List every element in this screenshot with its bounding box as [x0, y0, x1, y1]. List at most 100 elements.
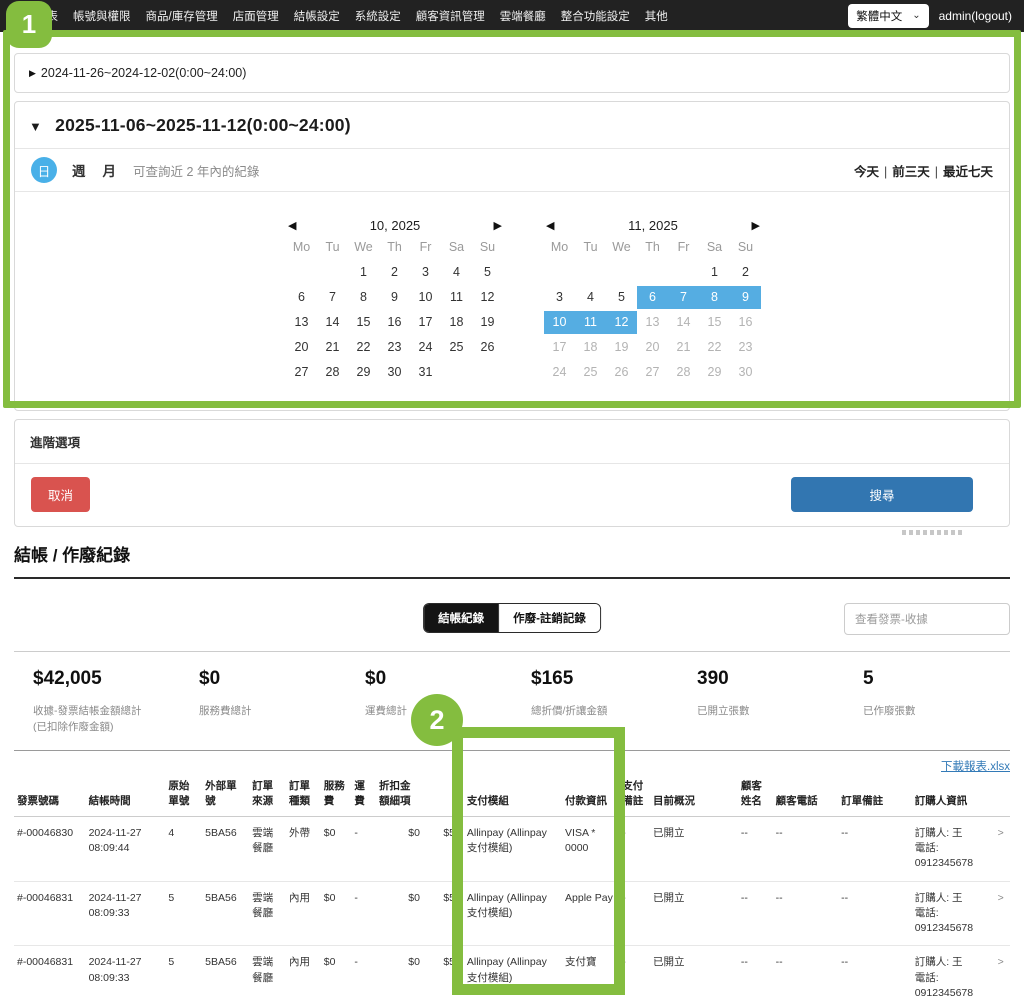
calendar-day[interactable]: 26	[472, 336, 503, 359]
calendar-day[interactable]: 13	[286, 311, 317, 334]
calendar-prev-icon[interactable]: ◀	[546, 219, 554, 232]
quick-link[interactable]: 今天	[854, 165, 879, 179]
calendar-day[interactable]: 19	[606, 336, 637, 359]
calendar-day[interactable]: 9	[730, 286, 761, 309]
calendar-day[interactable]: 10	[410, 286, 441, 309]
calendar-day[interactable]: 20	[286, 336, 317, 359]
mode-week-button[interactable]: 週	[72, 160, 86, 180]
calendar-day[interactable]: 1	[348, 261, 379, 284]
calendar-day[interactable]: 26	[606, 361, 637, 384]
calendar-day[interactable]: 13	[637, 311, 668, 334]
calendar-day[interactable]: 7	[317, 286, 348, 309]
calendar-day[interactable]: 4	[575, 286, 606, 309]
nav-item[interactable]: 營業報表	[12, 8, 58, 24]
calendar-day[interactable]: 1	[699, 261, 730, 284]
calendar-day[interactable]: 8	[699, 286, 730, 309]
calendar-day[interactable]: 30	[379, 361, 410, 384]
date-range-header[interactable]: ▼ 2025-11-06~2025-11-12(0:00~24:00)	[15, 102, 1009, 149]
calendar-day[interactable]: 22	[699, 336, 730, 359]
calendar-day[interactable]: 11	[575, 311, 606, 334]
calendar-day[interactable]: 9	[379, 286, 410, 309]
search-button[interactable]: 搜尋	[791, 477, 973, 512]
cancel-button[interactable]: 取消	[31, 477, 90, 512]
calendar-day[interactable]: 29	[699, 361, 730, 384]
calendar-day[interactable]: 20	[637, 336, 668, 359]
nav-item[interactable]: 雲端餐廳	[500, 8, 546, 24]
date-range-collapsed[interactable]: ▶ 2024-11-26~2024-12-02(0:00~24:00)	[14, 53, 1010, 93]
view-receipts-button[interactable]: 查看發票-收據	[844, 603, 1010, 635]
calendar-day[interactable]: 14	[317, 311, 348, 334]
user-logout-link[interactable]: admin(logout)	[939, 9, 1012, 23]
calendar-day[interactable]: 18	[441, 311, 472, 334]
calendar-day[interactable]: 25	[575, 361, 606, 384]
calendar-day[interactable]: 18	[575, 336, 606, 359]
calendar-day[interactable]: 3	[544, 286, 575, 309]
calendar-day[interactable]: 17	[544, 336, 575, 359]
calendar-day[interactable]: 16	[379, 311, 410, 334]
calendar-day[interactable]: 19	[472, 311, 503, 334]
stat-value: $0	[365, 668, 512, 690]
calendar-day[interactable]: 3	[410, 261, 441, 284]
mode-day-button[interactable]: 日	[31, 157, 57, 183]
calendar-day[interactable]: 29	[348, 361, 379, 384]
calendar-day[interactable]: 23	[379, 336, 410, 359]
language-select[interactable]: 繁體中文 ⌄	[848, 4, 928, 28]
row-chevron-icon[interactable]: >	[991, 881, 1010, 946]
records-toggle-segment[interactable]: 作廢-註銷記錄	[498, 604, 600, 632]
calendar-day[interactable]: 5	[472, 261, 503, 284]
nav-item[interactable]: 系統設定	[355, 8, 401, 24]
calendar-day[interactable]: 12	[606, 311, 637, 334]
quick-link[interactable]: 前三天	[892, 165, 930, 179]
calendar-day[interactable]: 17	[410, 311, 441, 334]
row-chevron-icon[interactable]: >	[991, 946, 1010, 998]
calendar-day[interactable]: 4	[441, 261, 472, 284]
calendar-day[interactable]: 21	[317, 336, 348, 359]
table-row[interactable]: #-000468312024-11-2708:09:3355BA56雲端餐廳內用…	[14, 881, 1010, 946]
table-cell: 2024-11-2708:09:33	[86, 946, 166, 998]
calendar-day[interactable]: 6	[286, 286, 317, 309]
advanced-options-title[interactable]: 進階選項	[15, 420, 1009, 464]
calendar-day[interactable]: 7	[668, 286, 699, 309]
calendar-day[interactable]: 11	[441, 286, 472, 309]
calendar-day[interactable]: 31	[410, 361, 441, 384]
calendar-day[interactable]: 15	[348, 311, 379, 334]
table-row[interactable]: #-000468302024-11-2708:09:4445BA56雲端餐廳外帶…	[14, 816, 1010, 881]
calendar-day[interactable]: 2	[379, 261, 410, 284]
calendar-next-icon[interactable]: ▶	[752, 219, 760, 232]
calendar-day[interactable]: 28	[668, 361, 699, 384]
nav-item[interactable]: 整合功能設定	[561, 8, 630, 24]
calendar-next-icon[interactable]: ▶	[494, 219, 502, 232]
calendar-day[interactable]: 27	[286, 361, 317, 384]
calendar-day[interactable]: 15	[699, 311, 730, 334]
calendar-day[interactable]: 23	[730, 336, 761, 359]
calendar-day[interactable]: 6	[637, 286, 668, 309]
calendar-day[interactable]: 10	[544, 311, 575, 334]
calendar-day[interactable]: 12	[472, 286, 503, 309]
calendar-day[interactable]: 27	[637, 361, 668, 384]
nav-item[interactable]: 結帳設定	[294, 8, 340, 24]
calendar-day[interactable]: 30	[730, 361, 761, 384]
calendar-day[interactable]: 5	[606, 286, 637, 309]
nav-item[interactable]: 其他	[645, 8, 668, 24]
table-row[interactable]: #-000468312024-11-2708:09:3355BA56雲端餐廳內用…	[14, 946, 1010, 998]
calendar-day[interactable]: 21	[668, 336, 699, 359]
nav-item[interactable]: 帳號與權限	[73, 8, 131, 24]
calendar-prev-icon[interactable]: ◀	[288, 219, 296, 232]
calendar-day[interactable]: 24	[410, 336, 441, 359]
calendar-day[interactable]: 16	[730, 311, 761, 334]
nav-item[interactable]: 顧客資訊管理	[416, 8, 485, 24]
quick-link[interactable]: 最近七天	[943, 165, 993, 179]
records-toggle-segment[interactable]: 結帳紀錄	[424, 604, 498, 632]
download-report-link[interactable]: 下載報表.xlsx	[941, 761, 1010, 773]
row-chevron-icon[interactable]: >	[991, 816, 1010, 881]
calendar-day[interactable]: 22	[348, 336, 379, 359]
calendar-day[interactable]: 25	[441, 336, 472, 359]
mode-month-button[interactable]: 月	[103, 160, 117, 180]
nav-item[interactable]: 店面管理	[233, 8, 279, 24]
calendar-day[interactable]: 24	[544, 361, 575, 384]
calendar-day[interactable]: 28	[317, 361, 348, 384]
calendar-day[interactable]: 8	[348, 286, 379, 309]
calendar-day[interactable]: 2	[730, 261, 761, 284]
nav-item[interactable]: 商品/庫存管理	[146, 8, 218, 24]
calendar-day[interactable]: 14	[668, 311, 699, 334]
